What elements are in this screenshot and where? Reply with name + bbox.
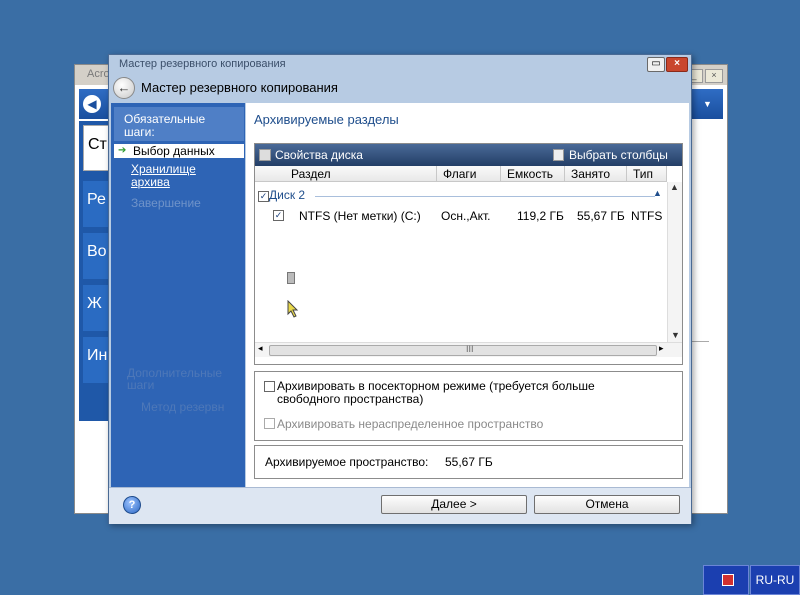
archive-space-value: 55,67 ГБ (445, 455, 493, 469)
disk-properties-icon (259, 149, 271, 161)
close-icon[interactable]: × (705, 69, 723, 83)
column-header-used[interactable]: Занято (565, 166, 627, 182)
partition-capacity: 119,2 ГБ (517, 209, 564, 223)
divider (689, 341, 709, 342)
choose-columns-button[interactable]: Выбрать столбцы (569, 148, 668, 162)
wizard-steps-nav: Обязательные шаги: ➔ Выбор данных Хранил… (111, 103, 245, 487)
column-header-capacity[interactable]: Емкость (501, 166, 565, 182)
columns-icon (553, 149, 564, 161)
step-finish: Завершение (131, 196, 201, 210)
vertical-scrollbar[interactable]: ▲ ▼ (667, 182, 682, 342)
step-backup-method: Метод резервн (141, 400, 225, 414)
partition-checkbox[interactable]: ✓ (273, 210, 284, 221)
scroll-up-icon[interactable]: ▲ (670, 182, 679, 192)
archive-space-panel: Архивируемое пространство: 55,67 ГБ (254, 445, 683, 479)
disk-properties-button[interactable]: Свойства диска (275, 148, 363, 162)
scroll-left-icon[interactable]: ◂ (258, 343, 263, 354)
next-button[interactable]: Далее > (381, 495, 527, 514)
archive-space-label: Архивируемое пространство: (265, 455, 429, 469)
divider (315, 196, 655, 197)
column-header-partition[interactable]: Раздел (255, 166, 437, 182)
step-archive-storage[interactable]: Хранилище архива (131, 163, 231, 189)
collapse-icon[interactable]: ▲ (653, 188, 662, 198)
partition-name: NTFS (Нет метки) (C:) (299, 209, 421, 223)
background-tile-label: Ст (88, 136, 107, 153)
sector-mode-checkbox[interactable] (264, 381, 275, 392)
restore-button[interactable]: ▭ (647, 57, 665, 72)
back-arrow-icon[interactable]: ← (113, 77, 135, 99)
wizard-header: ← Мастер резервного копирования (109, 73, 691, 103)
help-icon[interactable]: ? (123, 496, 141, 514)
column-header-type[interactable]: Тип (627, 166, 667, 182)
unallocated-checkbox (264, 418, 275, 429)
optional-steps-label: Дополнительные шаги (127, 366, 222, 392)
background-window-title: Acro (87, 68, 110, 80)
archive-options: Архивировать в посекторном режиме (требу… (254, 371, 683, 441)
background-tile-label: Ж (87, 295, 102, 312)
wizard-footer: ? Далее > Отмена (109, 487, 691, 524)
sector-mode-label: Архивировать в посекторном режиме (требу… (277, 379, 595, 406)
tray-app-icon[interactable] (722, 574, 734, 586)
horizontal-scrollbar[interactable]: ◂ III ▸ (255, 342, 682, 357)
scroll-thumb[interactable]: III (269, 344, 657, 356)
partition-flags: Осн.,Акт. (441, 209, 491, 223)
wizard-window-title: Мастер резервного копирования (119, 58, 286, 70)
disk-group-label: Диск 2 (269, 188, 306, 202)
wizard-header-title: Мастер резервного копирования (141, 80, 338, 95)
scroll-down-icon[interactable]: ▼ (671, 330, 680, 340)
backup-wizard-dialog: Мастер резервного копирования ▭ × ← Маст… (108, 54, 692, 524)
grid-toolbar: Свойства диска Выбрать столбцы (255, 144, 682, 166)
language-indicator[interactable]: RU-RU (750, 565, 800, 595)
step-select-data[interactable]: ➔ Выбор данных (114, 144, 244, 158)
partition-type: NTFS (631, 209, 663, 223)
column-header-flags[interactable]: Флаги (437, 166, 501, 182)
cancel-button[interactable]: Отмена (534, 495, 680, 514)
disk-checkbox[interactable]: ✓ (258, 191, 269, 202)
step-label: Выбор данных (133, 144, 215, 158)
scroll-grip: III (466, 344, 474, 354)
page-title: Архивируемые разделы (254, 112, 399, 127)
wizard-main-pane: Архивируемые разделы Свойства диска Выбр… (246, 103, 689, 487)
partitions-grid: Свойства диска Выбрать столбцы Раздел Фл… (254, 143, 683, 365)
hard-drive-icon (287, 272, 295, 284)
current-step-arrow-icon: ➔ (118, 145, 127, 156)
partition-used: 55,67 ГБ (577, 209, 625, 223)
unallocated-label: Архивировать нераспределенное пространст… (277, 417, 544, 431)
background-tile-label: Ре (87, 191, 106, 208)
chevron-down-icon[interactable]: ▼ (703, 99, 712, 109)
wizard-title-bar: Мастер резервного копирования ▭ × (109, 55, 691, 73)
back-arrow-icon[interactable]: ◀ (83, 95, 101, 113)
required-steps-label: Обязательные шаги: (124, 112, 206, 139)
mouse-cursor-icon (287, 300, 299, 318)
tray-area (703, 565, 749, 595)
scroll-right-icon[interactable]: ▸ (659, 343, 664, 354)
close-button[interactable]: × (666, 57, 688, 72)
table-row[interactable]: ✓ NTFS (Нет метки) (C:) Осн.,Акт. 119,2 … (255, 206, 667, 284)
background-tile-label: Ин (87, 347, 108, 364)
background-tile-label: Во (87, 243, 107, 260)
required-steps-header: Обязательные шаги: (114, 107, 244, 141)
